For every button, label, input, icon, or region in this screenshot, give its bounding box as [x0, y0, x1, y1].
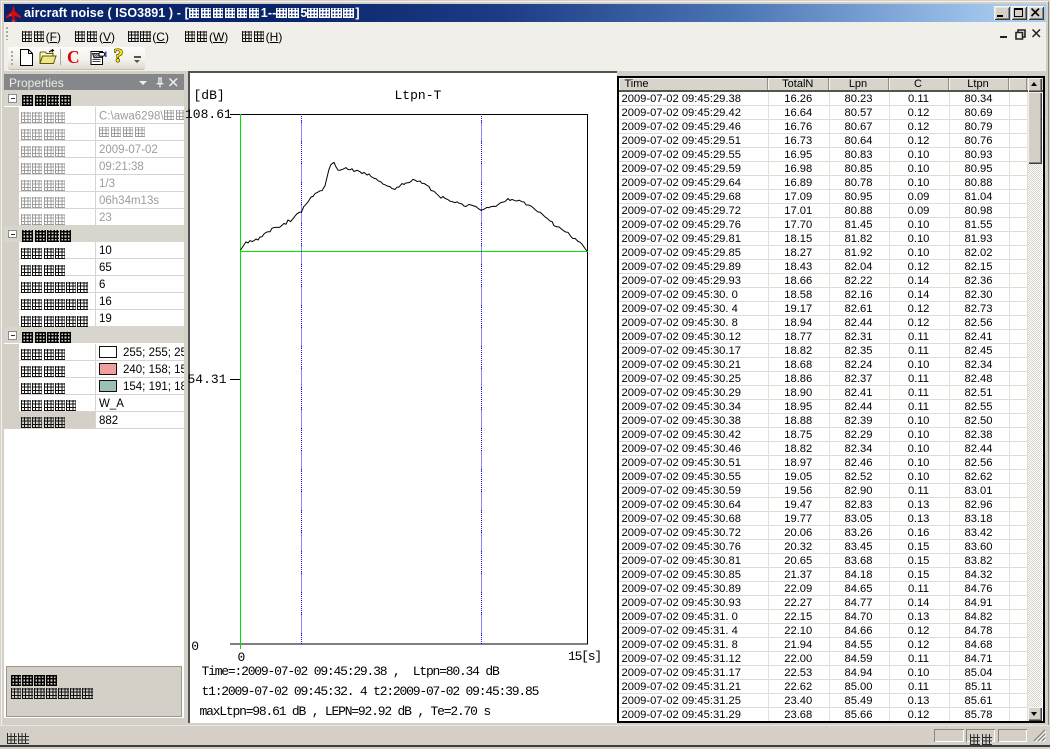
svg-text:?: ? [114, 47, 124, 65]
